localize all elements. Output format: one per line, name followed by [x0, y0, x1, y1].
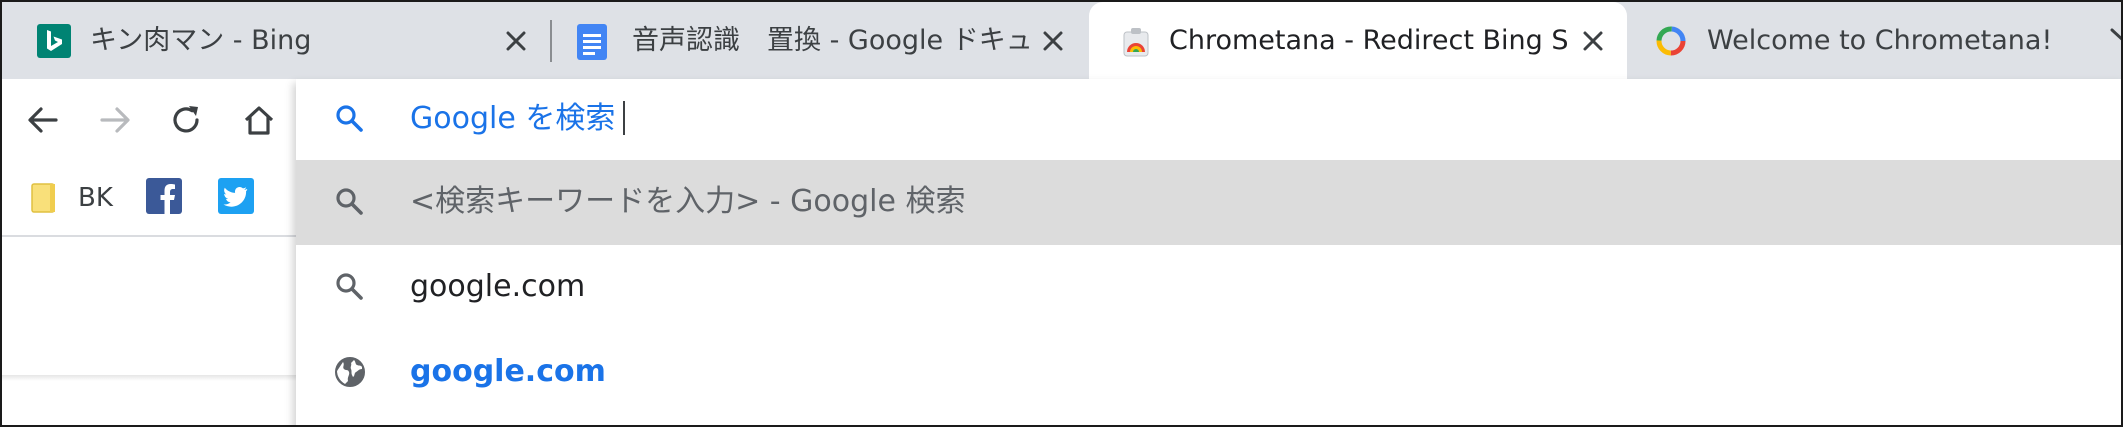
tab-bing[interactable]: キン肉マン - Bing	[2, 2, 547, 79]
folder-icon	[30, 182, 58, 214]
tab-title: 音声認識 置換 - Google ドキュメント	[632, 25, 1032, 56]
search-icon	[334, 103, 366, 135]
bookmark-facebook[interactable]	[146, 173, 182, 223]
bookmark-twitter[interactable]	[218, 173, 254, 223]
close-icon[interactable]	[1039, 27, 1067, 55]
tab-title: Chrometana - Redirect Bing Somewhere Bet…	[1169, 25, 1567, 56]
omnibox-suggestion[interactable]: google.com	[296, 245, 2121, 330]
omnibox-suggestion-selected[interactable]: <検索キーワードを入力> - Google 検索	[296, 160, 2121, 245]
close-icon[interactable]	[1579, 27, 1607, 55]
search-icon	[334, 271, 366, 303]
facebook-icon	[146, 178, 182, 218]
globe-icon	[334, 356, 366, 388]
chrometana-loading-icon	[1654, 24, 1688, 58]
text-caret	[623, 101, 625, 135]
omnibox-dropdown: Google を検索 <検索キーワードを入力> - Google 検索 goog…	[296, 79, 2121, 425]
tab-strip-overflow-icon[interactable]	[2108, 26, 2121, 56]
google-docs-icon	[577, 24, 607, 60]
page-edge-shadow	[2, 375, 302, 381]
bookmark-label: BK	[78, 183, 113, 213]
bing-icon	[37, 24, 71, 58]
reload-icon[interactable]	[166, 99, 208, 141]
back-arrow-icon[interactable]	[22, 99, 64, 141]
tab-chrometana[interactable]: Chrometana - Redirect Bing Somewhere Bet…	[1089, 2, 1627, 79]
omnibox-suggestion-url[interactable]: google.com	[296, 330, 2121, 415]
twitter-icon	[218, 178, 254, 218]
suggestion-text: <検索キーワードを入力> - Google 検索	[410, 184, 966, 219]
omnibox-input-text[interactable]: Google を検索	[410, 97, 615, 141]
browser-window: キン肉マン - Bing 音声認識 置換 - Google ドキュメント	[0, 0, 2123, 427]
search-icon	[334, 186, 366, 218]
chrometana-icon	[1119, 24, 1153, 58]
tab-title: キン肉マン - Bing	[90, 25, 312, 56]
tab-welcome-chrometana[interactable]: Welcome to Chrometana!	[1627, 2, 2121, 79]
tab-google-docs[interactable]: 音声認識 置換 - Google ドキュメント	[552, 2, 1087, 79]
tab-title: Welcome to Chrometana!	[1707, 25, 2053, 56]
close-icon[interactable]	[502, 27, 530, 55]
tab-strip: キン肉マン - Bing 音声認識 置換 - Google ドキュメント	[2, 2, 2121, 79]
suggestion-text: google.com	[410, 269, 586, 304]
forward-arrow-icon[interactable]	[94, 99, 136, 141]
omnibox-input[interactable]: Google を検索	[296, 79, 2121, 159]
suggestion-url-text: google.com	[410, 354, 606, 389]
bookmark-folder-bk[interactable]: BK	[30, 173, 113, 223]
home-icon[interactable]	[238, 99, 280, 141]
